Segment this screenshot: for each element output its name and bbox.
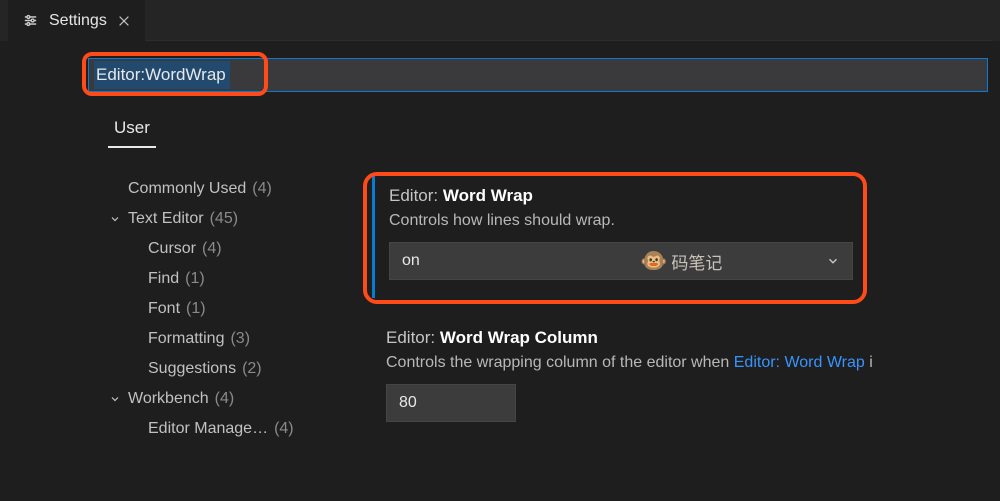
- toc-count: (4): [215, 390, 235, 408]
- settings-search-input[interactable]: [88, 58, 988, 92]
- setting-editor-word-wrap[interactable]: Editor: Word Wrap Controls how lines sho…: [372, 174, 1000, 298]
- toc-count: (4): [252, 180, 272, 198]
- toc-label: Find: [148, 270, 179, 288]
- toc-item-find[interactable]: Find (1): [108, 264, 340, 294]
- toc-count: (2): [242, 360, 262, 378]
- toc-item-workbench[interactable]: Workbench (4): [108, 384, 340, 414]
- toc-label: Formatting: [148, 330, 224, 348]
- toc-item-commonly-used[interactable]: Commonly Used (4): [108, 174, 340, 204]
- setting-description: Controls how lines should wrap.: [389, 212, 982, 230]
- toc-item-editor-manage[interactable]: Editor Manage… (4): [108, 414, 340, 444]
- tab-settings[interactable]: Settings: [8, 0, 145, 41]
- toc-count: (1): [186, 300, 206, 318]
- toc-label: Font: [148, 300, 180, 318]
- toc-label: Commonly Used: [128, 180, 246, 198]
- toc-item-suggestions[interactable]: Suggestions (2): [108, 354, 340, 384]
- toc-count: (4): [274, 420, 294, 438]
- toc-count: (4): [202, 240, 222, 258]
- toc-label: Editor Manage…: [148, 420, 268, 438]
- setting-link-word-wrap[interactable]: Editor: Word Wrap: [734, 354, 865, 371]
- chevron-down-icon: [108, 393, 122, 405]
- scope-tab-user[interactable]: User: [108, 118, 156, 148]
- tab-label: Settings: [49, 12, 107, 30]
- chevron-down-icon: [108, 213, 122, 225]
- toc-count: (1): [185, 270, 205, 288]
- setting-title: Editor: Word Wrap: [389, 186, 982, 206]
- select-value: on: [402, 252, 420, 270]
- settings-content: Editor: Word Wrap Controls how lines sho…: [340, 162, 1000, 458]
- setting-input-word-wrap-column[interactable]: [386, 384, 516, 422]
- setting-description: Controls the wrapping column of the edit…: [386, 354, 982, 372]
- setting-title: Editor: Word Wrap Column: [386, 328, 982, 348]
- title-bar: Settings: [0, 0, 1000, 42]
- toc-label: Cursor: [148, 240, 196, 258]
- close-icon[interactable]: [117, 14, 131, 28]
- toc-label: Text Editor: [128, 210, 204, 228]
- toc-item-text-editor[interactable]: Text Editor (45): [108, 204, 340, 234]
- setting-editor-word-wrap-column[interactable]: Editor: Word Wrap Column Controls the wr…: [372, 316, 1000, 440]
- toc-label: Suggestions: [148, 360, 236, 378]
- toc-item-formatting[interactable]: Formatting (3): [108, 324, 340, 354]
- settings-scope-tabs: User: [108, 118, 1000, 148]
- chevron-down-icon: [826, 254, 840, 268]
- settings-toc: Commonly Used (4)Text Editor (45)Cursor …: [0, 162, 340, 458]
- toc-count: (3): [230, 330, 250, 348]
- toc-label: Workbench: [128, 390, 209, 408]
- toc-item-cursor[interactable]: Cursor (4): [108, 234, 340, 264]
- settings-gear-icon: [22, 12, 39, 29]
- tab-bar-empty: [145, 0, 992, 41]
- toc-count: (45): [210, 210, 238, 228]
- setting-select-word-wrap[interactable]: on: [389, 242, 853, 280]
- toc-item-font[interactable]: Font (1): [108, 294, 340, 324]
